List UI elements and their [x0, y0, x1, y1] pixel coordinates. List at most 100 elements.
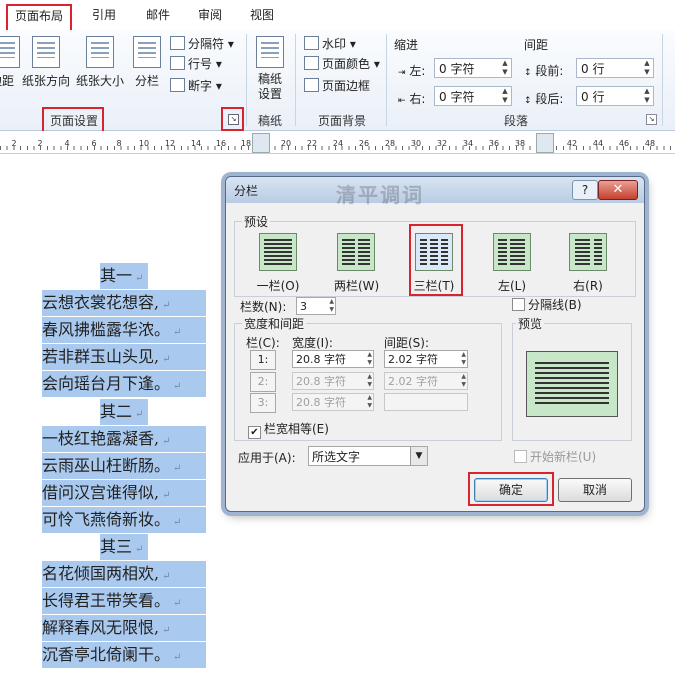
preset-left[interactable]: 左(L): [490, 233, 534, 294]
paragraph-mark-icon: ↵: [173, 652, 182, 664]
paragraph-mark-icon: ↵: [173, 327, 182, 339]
ruler-tick-label: 2: [37, 139, 43, 148]
columns-dialog: 分栏 清平调词 ? ✕ 预设 一栏(O) 两栏(W) 三栏(T) 左(L) 右(R) 栏…: [225, 176, 645, 512]
paragraph-mark-icon: ↵: [162, 300, 171, 312]
preset-column-mark: [510, 239, 525, 265]
poem-line: 若非群玉山头见, ↵: [42, 344, 206, 371]
close-button[interactable]: ✕: [598, 180, 638, 200]
group-separator: [295, 34, 296, 126]
spinner-arrows-icon[interactable]: ▲ ▼: [641, 59, 653, 77]
apply-to-select[interactable]: 所选文字 ▼: [308, 446, 428, 466]
horizontal-ruler[interactable]: 2246810121416182022242628303234363840424…: [0, 131, 675, 154]
poem-line: 借问汉宫谁得似, ↵: [42, 479, 206, 506]
preset-label: 两栏(W): [334, 279, 380, 293]
poem-line: 沉香亭北倚阑干。 ↵: [42, 642, 206, 669]
paragraph-mark-icon: ↵: [162, 571, 171, 583]
page-border-button[interactable]: 页面边框: [304, 76, 370, 96]
preset-two[interactable]: 两栏(W): [334, 233, 380, 294]
paragraph-launcher-icon[interactable]: ↘: [646, 114, 657, 125]
indent-left-label: ⇥ 左:: [398, 64, 426, 78]
faded-heading: 清平调词: [336, 183, 424, 207]
indent-title: 缩进: [394, 38, 419, 52]
ruler-column-marker[interactable]: [536, 133, 554, 153]
draft-paper-icon: [256, 36, 284, 68]
poem-line: 解释春风无限恨, ↵: [42, 615, 206, 642]
draft-paper-button[interactable]: 稿纸 设置: [252, 36, 288, 102]
cancel-button[interactable]: 取消: [558, 478, 632, 502]
columns-count-label: 栏数(N):: [240, 300, 287, 314]
ruler-tick-label: 4: [64, 139, 70, 148]
preset-right[interactable]: 右(R): [566, 233, 610, 294]
ruler-tick-label: 34: [462, 139, 474, 148]
paragraph-mark-icon: ↵: [135, 408, 144, 420]
checkbox-icon: [512, 298, 525, 311]
ruler-tick-label: 2: [11, 139, 17, 148]
columns-preset-icon: [569, 233, 607, 271]
width-spacing-title: 宽度和间距: [242, 315, 307, 332]
spinner-arrows-icon[interactable]: ▲ ▼: [329, 298, 334, 314]
page-color-button[interactable]: 页面颜色 ▾: [304, 54, 380, 74]
highlight-dialog-launcher: [221, 107, 244, 131]
poem-line: 长得君王带笑看。 ↵: [42, 588, 206, 615]
columns-preset-icon: [259, 233, 297, 271]
col-1-spacing-input[interactable]: 2.02 字符 ▲ ▼: [384, 350, 468, 368]
ruler-tick-label: 38: [514, 139, 526, 148]
ruler-tick-label: 42: [566, 139, 578, 148]
preset-column-mark: [575, 239, 590, 265]
checkbox-checked-icon: ✔: [248, 426, 261, 439]
spacing-before-input[interactable]: 0 行 ▲ ▼: [576, 58, 654, 78]
dialog-titlebar[interactable]: 分栏 清平调词 ? ✕: [226, 177, 644, 207]
indent-right-input[interactable]: 0 字符 ▲ ▼: [434, 86, 512, 106]
separator-line-checkbox[interactable]: 分隔线(B): [512, 296, 582, 313]
equal-width-checkbox[interactable]: ✔ 栏宽相等(E): [248, 420, 329, 439]
spinner-arrows-icon[interactable]: ▲ ▼: [499, 87, 511, 105]
line-numbers-button[interactable]: 行号 ▾: [170, 54, 222, 74]
draft-group-label: 稿纸: [257, 114, 282, 128]
hyphenation-button[interactable]: 断字 ▾: [170, 76, 222, 96]
indent-left-input[interactable]: 0 字符 ▲ ▼: [434, 58, 512, 78]
spinner-arrows-icon[interactable]: ▲ ▼: [367, 351, 372, 367]
ruler-tick-label: 48: [644, 139, 656, 148]
highlight-page-setup-label: [42, 107, 104, 133]
preset-label: 一栏(O): [256, 279, 300, 293]
col-3-width-input: 20.8 字符 ▲ ▼: [292, 393, 374, 411]
tab-view[interactable]: 视图: [240, 5, 284, 25]
poem-line: 一枝红艳露凝香, ↵: [42, 425, 206, 452]
paragraph-mark-icon: ↵: [162, 489, 171, 501]
tab-review[interactable]: 审阅: [188, 5, 232, 25]
ribbon: 边距 纸张方向 纸张大小 分栏 分隔符 ▾ 行号 ▾ 断字 ▾ 页面设置 ↘ 稿…: [0, 30, 675, 133]
highlight-ok-button: [468, 472, 554, 506]
paragraph-mark-icon: ↵: [173, 462, 182, 474]
paper-size-icon: [86, 36, 114, 68]
spacing-after-label: ↕ 段后:: [524, 92, 564, 106]
col-2-width-input: 20.8 字符 ▲ ▼: [292, 372, 374, 390]
columns-count-input[interactable]: 3 ▲ ▼: [296, 297, 336, 315]
margins-button[interactable]: 边距: [0, 36, 20, 89]
page-background-group-label: 页面背景: [317, 114, 366, 128]
ruler-tick-label: 32: [436, 139, 448, 148]
orientation-button[interactable]: 纸张方向: [22, 36, 70, 89]
breaks-button[interactable]: 分隔符 ▾: [170, 34, 234, 54]
chevron-down-icon[interactable]: ▼: [410, 447, 427, 465]
paragraph-group-label: 段落: [503, 114, 528, 128]
spinner-arrows-icon[interactable]: ▲ ▼: [499, 59, 511, 77]
spinner-arrows-icon[interactable]: ▲ ▼: [461, 351, 466, 367]
ruler-column-marker[interactable]: [252, 133, 270, 153]
preview-title: 预览: [516, 315, 545, 332]
paper-size-button[interactable]: 纸张大小: [76, 36, 124, 89]
col-1-width-input[interactable]: 20.8 字符 ▲ ▼: [292, 350, 374, 368]
preset-column-mark: [264, 239, 292, 265]
spinner-arrows-icon[interactable]: ▲ ▼: [641, 87, 653, 105]
preview-page: [526, 351, 618, 417]
spacing-after-input[interactable]: 0 行 ▲ ▼: [576, 86, 654, 106]
paragraph-mark-icon: ↵: [162, 435, 171, 447]
help-button[interactable]: ?: [572, 180, 598, 200]
columns-button[interactable]: 分栏: [130, 36, 164, 89]
paragraph-mark-icon: ↵: [173, 516, 182, 528]
preset-one[interactable]: 一栏(O): [256, 233, 300, 294]
ruler-tick-label: 22: [306, 139, 318, 148]
tab-references[interactable]: 引用: [82, 5, 126, 25]
ruler-tick-label: 26: [358, 139, 370, 148]
tab-mailings[interactable]: 邮件: [136, 5, 180, 25]
watermark-button[interactable]: 水印 ▾: [304, 34, 356, 54]
